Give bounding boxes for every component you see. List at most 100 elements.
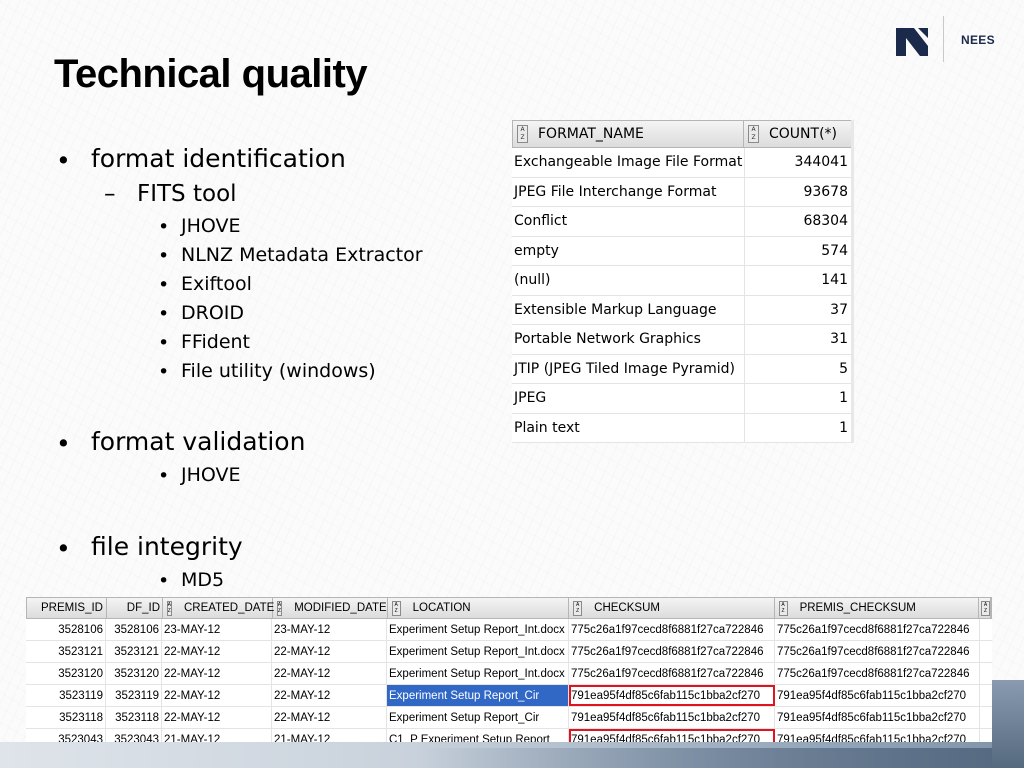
cell-location: Experiment Setup Report_Int.docx bbox=[387, 641, 569, 662]
sort-az-icon[interactable]: AZ bbox=[573, 600, 583, 616]
cell-checksum: 791ea95f4df85c6fab115c1bba2cf270 bbox=[569, 707, 775, 728]
cell-format-name: JTIP (JPEG Tiled Image Pyramid) bbox=[512, 354, 745, 383]
cell-df-id: 3528106 bbox=[106, 619, 162, 640]
cell-count: 37 bbox=[830, 301, 848, 318]
cell-location: Experiment Setup Report_Int.docx bbox=[387, 663, 569, 684]
logo-divider bbox=[943, 16, 944, 62]
cell-format-name: Exchangeable Image File Format bbox=[512, 148, 745, 177]
bullet-marker: • bbox=[158, 303, 170, 325]
cell-format-name: (null) bbox=[512, 266, 745, 295]
cell-count: 344041 bbox=[794, 154, 848, 171]
table-row[interactable]: Conflict 68304 bbox=[512, 207, 852, 237]
bullet-marker: • bbox=[56, 534, 71, 563]
column-header-premis-id[interactable]: PREMIS_ID bbox=[27, 598, 107, 618]
bullet-fits-tool: FITS tool bbox=[137, 181, 237, 207]
tool-item: MD5 bbox=[181, 569, 225, 591]
cell-count: 1 bbox=[839, 419, 848, 436]
cell-modified-date: 22-MAY-12 bbox=[272, 641, 387, 662]
cell-modified-date: 22-MAY-12 bbox=[272, 663, 387, 684]
bullet-file-integrity: file integrity bbox=[91, 532, 243, 561]
cell-count: 93678 bbox=[803, 183, 848, 200]
cell-modified-date: 22-MAY-12 bbox=[272, 707, 387, 728]
table-row[interactable]: 3528106 3528106 23-MAY-12 23-MAY-12 Expe… bbox=[26, 619, 992, 641]
cell-premis-checksum: 775c26a1f97cecd8f6881f27ca722846 bbox=[775, 619, 980, 640]
table-row[interactable]: 3523118 3523118 22-MAY-12 22-MAY-12 Expe… bbox=[26, 707, 992, 729]
column-header-count[interactable]: AZ COUNT(*) bbox=[744, 121, 851, 147]
table-row[interactable]: Plain text 1 bbox=[512, 413, 852, 443]
bullet-format-validation: format validation bbox=[91, 427, 306, 456]
cell-count: 141 bbox=[821, 272, 848, 289]
cell-premis-id: 3523119 bbox=[26, 685, 106, 706]
bullet-marker: • bbox=[158, 274, 170, 296]
premis-checksum-table: PREMIS_ID DF_ID A Z CREATED_DATE A Z MODIFIE… bbox=[26, 597, 992, 751]
bullet-format-identification: format identification bbox=[91, 144, 346, 173]
table-row[interactable]: JPEG File Interchange Format 93678 bbox=[512, 177, 852, 207]
table-row[interactable]: JTIP (JPEG Tiled Image Pyramid) 5 bbox=[512, 354, 852, 384]
column-header-created-date[interactable]: A Z CREATED_DATE bbox=[163, 598, 274, 618]
sort-az-icon[interactable]: AZ bbox=[391, 600, 401, 616]
column-header-premis-checksum[interactable]: A Z PREMIS_CHECKSUM bbox=[775, 598, 979, 618]
cell-checksum: 775c26a1f97cecd8f6881f27ca722846 bbox=[569, 663, 775, 684]
cell-premis-id: 3528106 bbox=[26, 619, 106, 640]
bullet-marker: • bbox=[158, 216, 170, 238]
bullet-marker: • bbox=[56, 429, 71, 458]
column-header-modified-date[interactable]: A Z MODIFIED_DATE bbox=[273, 598, 388, 618]
cell-checksum: 775c26a1f97cecd8f6881f27ca722846 bbox=[569, 619, 775, 640]
column-header-format-name[interactable]: AZ FORMAT_NAME bbox=[513, 121, 744, 147]
cell-modified-date: 22-MAY-12 bbox=[272, 685, 387, 706]
cell-format-name: JPEG File Interchange Format bbox=[512, 177, 745, 206]
bullet-marker: – bbox=[104, 181, 116, 207]
column-header-df-id[interactable]: DF_ID bbox=[107, 598, 163, 618]
cell-premis-id: 3523120 bbox=[26, 663, 106, 684]
sort-az-icon[interactable]: AZ bbox=[748, 125, 759, 143]
sort-az-icon[interactable]: AZ bbox=[981, 600, 990, 616]
cell-count: 5 bbox=[839, 360, 848, 377]
cell-premis-id: 3523118 bbox=[26, 707, 106, 728]
cell-df-id: 3523119 bbox=[106, 685, 162, 706]
sort-az-icon[interactable]: AZ bbox=[166, 600, 172, 616]
cell-count: 1 bbox=[839, 390, 848, 407]
tool-item: JHOVE bbox=[181, 215, 241, 237]
table-row[interactable]: (null) 141 bbox=[512, 266, 852, 296]
table-header: AZ FORMAT_NAME AZ COUNT(*) bbox=[512, 120, 852, 148]
cell-premis-checksum: 791ea95f4df85c6fab115c1bba2cf270 bbox=[775, 707, 980, 728]
cell-location-selected[interactable]: Experiment Setup Report_Cir bbox=[387, 685, 569, 706]
cell-checksum: 775c26a1f97cecd8f6881f27ca722846 bbox=[569, 641, 775, 662]
sort-az-icon[interactable]: AZ bbox=[517, 125, 528, 143]
table-row[interactable]: empty 574 bbox=[512, 236, 852, 266]
bullet-marker: • bbox=[158, 245, 170, 267]
column-header-checksum[interactable]: A Z CHECKSUM bbox=[569, 598, 775, 618]
cell-location: Experiment Setup Report_Cir bbox=[387, 707, 569, 728]
sort-az-icon[interactable]: AZ bbox=[276, 600, 283, 616]
tool-item: FFident bbox=[181, 331, 250, 353]
bullet-marker: • bbox=[158, 465, 170, 487]
cell-format-name: Conflict bbox=[512, 207, 745, 236]
header-overflow[interactable]: AZ bbox=[979, 598, 991, 618]
cell-premis-checksum: 775c26a1f97cecd8f6881f27ca722846 bbox=[775, 641, 980, 662]
table-row[interactable]: 3523119 3523119 22-MAY-12 22-MAY-12 Expe… bbox=[26, 685, 992, 707]
cell-location: Experiment Setup Report_Int.docx bbox=[387, 619, 569, 640]
format-count-table: AZ FORMAT_NAME AZ COUNT(*) Exchangeable … bbox=[512, 120, 854, 443]
table-row[interactable]: Exchangeable Image File Format 344041 bbox=[512, 148, 852, 178]
table-row[interactable]: Extensible Markup Language 37 bbox=[512, 295, 852, 325]
footer-decoration bbox=[420, 748, 1024, 768]
cell-premis-checksum: 775c26a1f97cecd8f6881f27ca722846 bbox=[775, 663, 980, 684]
sort-az-icon[interactable]: AZ bbox=[778, 600, 788, 616]
cell-format-name: Plain text bbox=[512, 413, 745, 442]
table-row[interactable]: 3523120 3523120 22-MAY-12 22-MAY-12 Expe… bbox=[26, 663, 992, 685]
cell-created-date: 22-MAY-12 bbox=[162, 663, 272, 684]
footer-decoration bbox=[992, 680, 1024, 768]
table-row[interactable]: 3523121 3523121 22-MAY-12 22-MAY-12 Expe… bbox=[26, 641, 992, 663]
cell-df-id: 3523121 bbox=[106, 641, 162, 662]
tool-item: JHOVE bbox=[181, 464, 241, 486]
tool-item: NLNZ Metadata Extractor bbox=[181, 244, 423, 266]
cell-count: 574 bbox=[821, 242, 848, 259]
slide-title: Technical quality bbox=[54, 52, 368, 96]
column-header-location[interactable]: A Z LOCATION bbox=[388, 598, 570, 618]
table-row[interactable]: JPEG 1 bbox=[512, 384, 852, 414]
bullet-marker: • bbox=[56, 146, 71, 175]
tool-item: DROID bbox=[181, 302, 245, 324]
table-row[interactable]: Portable Network Graphics 31 bbox=[512, 325, 852, 355]
table-scrollbar[interactable] bbox=[851, 120, 854, 443]
cell-format-name: empty bbox=[512, 236, 745, 265]
